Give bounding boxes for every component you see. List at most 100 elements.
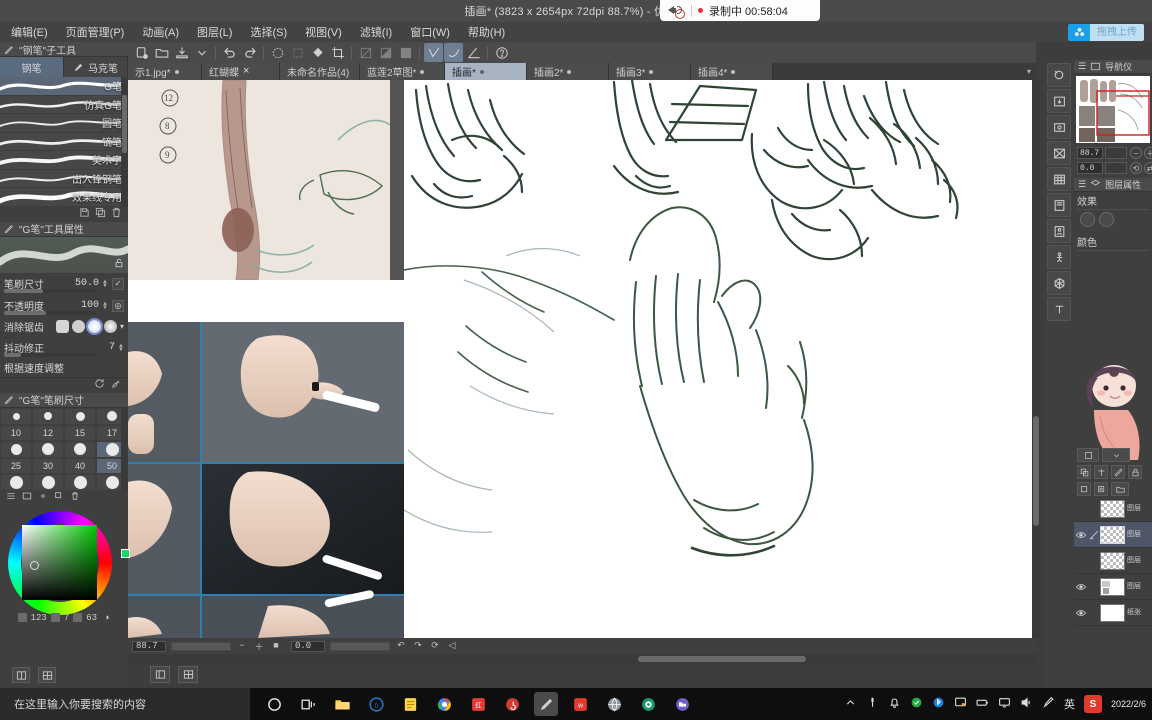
panel-menu-icon[interactable]: ☰	[1078, 61, 1086, 72]
sticky-notes-icon[interactable]	[398, 692, 422, 716]
plus-icon[interactable]: ＋	[253, 640, 265, 653]
tablet-pen-icon[interactable]	[1042, 696, 1055, 712]
brush-item-6[interactable]: 效果线专用	[0, 188, 128, 207]
menu-item-select[interactable]: 选择(S)	[241, 22, 296, 42]
layer-thumbnail[interactable]	[1100, 603, 1125, 622]
copy-icon[interactable]	[54, 491, 64, 504]
panel-menu-icon[interactable]: ☰	[1078, 179, 1086, 190]
duplicate-preset-icon[interactable]	[95, 207, 106, 221]
3d-material-icon[interactable]	[1047, 271, 1071, 295]
brush-item-4[interactable]: 美术字	[0, 151, 128, 170]
navigator-search-icon[interactable]	[1047, 63, 1071, 87]
blend-mode-icon[interactable]	[1077, 448, 1099, 462]
plus-icon[interactable]: ＋	[1144, 147, 1152, 159]
figure-material-icon[interactable]	[1047, 219, 1071, 243]
brush-size-stepper[interactable]: ▲ ▼	[102, 279, 108, 289]
settings-icon[interactable]	[38, 491, 48, 504]
save-file-icon[interactable]	[172, 43, 191, 62]
reset-icon[interactable]	[94, 378, 105, 392]
brush-size-slider[interactable]	[4, 288, 96, 293]
layer-visibility-toggle[interactable]	[1074, 609, 1087, 617]
upload-button[interactable]: 拖拽上传	[1068, 24, 1144, 41]
zoom-slider[interactable]	[171, 641, 231, 651]
stabilization-row[interactable]: 抖动修正 7 ▲ ▼	[0, 337, 128, 359]
import-icon[interactable]	[1047, 89, 1071, 113]
stabilization-stepper[interactable]: ▲ ▼	[118, 343, 124, 353]
new-folder-icon[interactable]	[1111, 482, 1129, 496]
lock-icon[interactable]	[1128, 465, 1142, 479]
rotate-ccw-icon[interactable]: ↶	[395, 640, 407, 652]
tab-modified-dot-icon[interactable]	[420, 69, 425, 74]
antialias-option-medium[interactable]	[85, 318, 103, 335]
brush-item-0[interactable]: G笔	[0, 77, 128, 96]
table-row[interactable]: 图层	[1074, 496, 1152, 522]
brush-size-label-25[interactable]: 25	[0, 457, 32, 474]
effect-option-none[interactable]	[1080, 212, 1095, 227]
canvas-layout-icon[interactable]	[150, 665, 170, 683]
brush-size-dot-9[interactable]	[32, 473, 64, 491]
material-folder-icon[interactable]	[1047, 115, 1071, 139]
brush-size-row[interactable]: 笔刷尺寸 50.0 ▲ ▼ ✓	[0, 273, 128, 295]
brush-size-dot-4[interactable]	[0, 440, 32, 458]
ruler-snap-icon[interactable]	[424, 43, 443, 62]
layer-thumbnail[interactable]	[1100, 577, 1125, 596]
layer-visibility-toggle[interactable]	[1074, 583, 1087, 591]
battery-icon[interactable]	[976, 696, 989, 712]
redo-icon[interactable]	[240, 43, 259, 62]
hue-marker[interactable]	[121, 548, 130, 558]
antialias-row[interactable]: 消除锯齿 ▾	[0, 317, 128, 337]
menu-item-help[interactable]: 帮助(H)	[459, 22, 514, 42]
tab-modified-dot-icon[interactable]	[174, 69, 179, 74]
grid-material-icon[interactable]	[1047, 167, 1071, 191]
open-file-icon[interactable]	[152, 43, 171, 62]
text-material-icon[interactable]	[1047, 297, 1071, 321]
tab-document-6[interactable]: 插画3*	[609, 63, 691, 80]
tab-document-2[interactable]: 未命名作品(4)	[280, 63, 360, 80]
crop-icon[interactable]	[328, 43, 347, 62]
clip-below-icon[interactable]	[1077, 465, 1091, 479]
minus-icon[interactable]: −	[1130, 147, 1142, 159]
navigator-rotation-slider[interactable]	[1105, 162, 1127, 174]
fit-icon[interactable]: ■	[270, 640, 282, 652]
brush-size-dot-8[interactable]	[0, 473, 32, 491]
image-view-icon[interactable]	[22, 491, 32, 504]
sv-marker[interactable]	[30, 560, 39, 570]
brush-size-dot-1[interactable]	[32, 407, 64, 425]
brush-size-dot-2[interactable]	[64, 407, 96, 425]
undo-icon[interactable]	[220, 43, 239, 62]
folder-app-icon[interactable]	[670, 692, 694, 716]
subtool-tab-marker[interactable]: 马克笔	[64, 57, 128, 77]
rotate-reset-icon[interactable]: ⟲	[1130, 162, 1142, 174]
color-wheel-panel[interactable]: 123 7 63 ◗	[0, 504, 130, 625]
reference-photo-grid[interactable]	[128, 322, 404, 638]
task-view-icon[interactable]	[296, 692, 320, 716]
subtool-tab-pen[interactable]: 钢笔	[0, 57, 64, 77]
reference-anatomy-image[interactable]: 12 8 9	[128, 80, 390, 280]
brush-size-dot-5[interactable]	[32, 440, 64, 458]
brush-size-label-10[interactable]: 10	[0, 424, 32, 441]
volume-icon[interactable]	[1020, 696, 1033, 712]
rotation-slider[interactable]	[330, 641, 390, 651]
settings-wrench-icon[interactable]	[111, 378, 122, 392]
usb-icon[interactable]	[866, 696, 879, 712]
delete-preset-icon[interactable]	[111, 207, 122, 221]
brush-item-5[interactable]: 出入锋钢笔	[0, 170, 128, 188]
zoom-value[interactable]: 88.7	[132, 640, 166, 652]
tab-modified-dot-icon[interactable]	[567, 69, 572, 74]
stabilization-value[interactable]: 7	[109, 342, 115, 353]
save-preset-icon[interactable]	[79, 207, 90, 221]
brush-size-label-15[interactable]: 15	[64, 424, 96, 441]
fill-selection-icon[interactable]	[288, 43, 307, 62]
gradient-solid-icon[interactable]	[396, 43, 415, 62]
navigator-zoom-value[interactable]: 88.7	[1077, 147, 1103, 159]
opacity-value[interactable]: 100	[81, 300, 99, 311]
antialias-option-strong[interactable]	[103, 320, 117, 333]
recording-indicator[interactable]: 录制中 00:58:04	[660, 0, 820, 21]
menu-item-window[interactable]: 窗口(W)	[401, 22, 459, 42]
brush-size-label-30[interactable]: 30	[32, 457, 64, 474]
tab-close-icon[interactable]: ×	[243, 66, 249, 77]
mic-muted-icon[interactable]	[668, 3, 685, 19]
menu-item-filter[interactable]: 滤镜(I)	[351, 22, 401, 42]
file-explorer-icon[interactable]	[330, 692, 354, 716]
ruler-icon[interactable]	[1111, 465, 1125, 479]
